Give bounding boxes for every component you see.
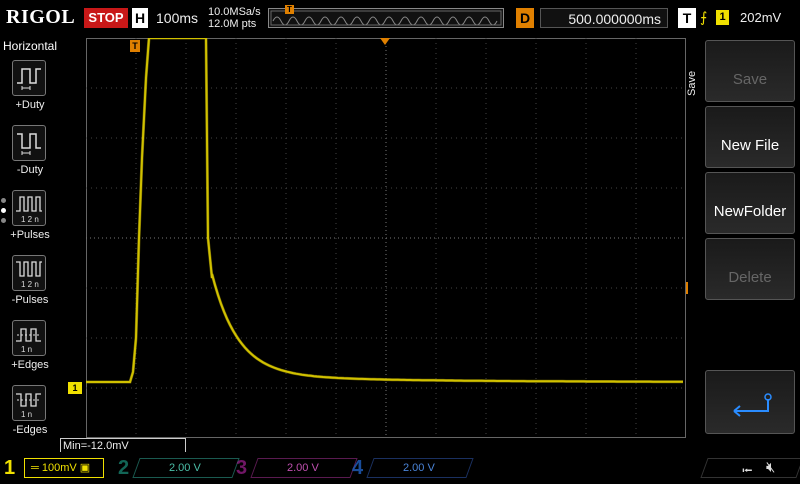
run-stop-status[interactable]: STOP [84, 8, 128, 28]
channel2-number[interactable]: 2 [118, 456, 129, 480]
channel3-settings[interactable]: 2.00 V [250, 458, 358, 478]
measurement-readout[interactable]: Min=-12.0mV [60, 438, 186, 452]
delete-button-label: Delete [728, 269, 772, 286]
new-folder-button[interactable]: NewFolder [705, 172, 795, 234]
svg-text:1 n: 1 n [21, 345, 32, 354]
timebase-value[interactable]: 100ms [156, 10, 198, 26]
trigger-label: T [678, 8, 696, 28]
channel1-settings[interactable]: ═ 100mV ▣ [24, 458, 104, 478]
trigger-level[interactable]: 202mV [740, 10, 781, 25]
measure-negative-duty[interactable]: -Duty [6, 125, 52, 183]
channel3-scale: 2.00 V [287, 462, 319, 474]
center-marker [380, 38, 390, 45]
measure-negative-pulses[interactable]: 1 2 n -Pulses [6, 255, 52, 313]
rising-edges-icon: 1 n [12, 320, 46, 356]
measure-label: -Duty [16, 164, 44, 176]
graticule [86, 38, 686, 438]
measure-label: +Edges [11, 359, 49, 371]
ch1-offset-marker[interactable]: 1 [68, 382, 82, 394]
acquisition-info: 10.0MSa/s 12.0M pts [208, 6, 261, 30]
svg-text:1 2 n: 1 2 n [21, 215, 39, 224]
bandwidth-limit-icon: ▣ [79, 462, 91, 474]
channel4-number[interactable]: 4 [352, 456, 363, 480]
sample-rate: 10.0MSa/s [208, 6, 261, 18]
trigger-edge-icon: ⨍ [700, 9, 708, 25]
save-button[interactable]: Save [705, 40, 795, 102]
measure-label: -Pulses [11, 294, 49, 306]
enter-icon [733, 393, 772, 417]
memory-depth: 12.0M pts [208, 18, 257, 30]
page-dot [1, 218, 6, 223]
page-dot [1, 198, 6, 203]
positive-pulses-icon: 1 2 n [12, 190, 46, 226]
falling-edges-icon: 1 n [12, 385, 46, 421]
channel2-scale: 2.00 V [169, 462, 201, 474]
memory-trigger-marker: T [285, 5, 294, 14]
channel2-settings[interactable]: 2.00 V [132, 458, 240, 478]
right-panel-title: Save [686, 70, 698, 96]
enter-button[interactable] [705, 370, 795, 434]
brand-logo: RIGOL [6, 6, 76, 28]
save-button-label: Save [732, 71, 768, 88]
negative-pulses-icon: 1 2 n [12, 255, 46, 291]
measure-label: +Duty [15, 99, 45, 111]
positive-duty-icon [12, 60, 46, 96]
svg-text:1 n: 1 n [21, 410, 32, 419]
channel1-trace-shadow [86, 36, 683, 384]
channel1-coupling-icon: ═ [31, 462, 39, 474]
new-folder-button-label: NewFolder [713, 203, 787, 220]
channel1-scale: 100mV [41, 462, 77, 474]
channel4-scale: 2.00 V [403, 462, 435, 474]
memory-waveform-preview [270, 10, 502, 26]
waveform-grid [86, 36, 686, 438]
svg-text:1 2 n: 1 2 n [21, 280, 39, 289]
speaker-muted-icon[interactable]: 🔇︎ [766, 459, 775, 476]
horizontal-label: H [132, 8, 148, 28]
channel1-number[interactable]: 1 [4, 456, 15, 480]
measure-positive-duty[interactable]: +Duty [6, 60, 52, 118]
memory-overview: T [268, 5, 504, 28]
waveform-display[interactable] [86, 36, 686, 438]
measure-positive-pulses[interactable]: 1 2 n +Pulses [6, 190, 52, 248]
measure-label: +Pulses [10, 229, 50, 241]
delay-label: D [516, 8, 534, 28]
measure-rising-edges[interactable]: 1 n +Edges [6, 320, 52, 378]
new-file-button[interactable]: New File [705, 106, 795, 168]
negative-duty-icon [12, 125, 46, 161]
trigger-position-marker[interactable]: T [130, 40, 140, 52]
channel4-settings[interactable]: 2.00 V [366, 458, 474, 478]
measure-falling-edges[interactable]: 1 n -Edges [6, 385, 52, 443]
left-panel-title: Horizontal [2, 39, 58, 53]
page-dot-active [1, 208, 6, 213]
usb-icon: ⭰ [742, 462, 753, 478]
channel3-number[interactable]: 3 [236, 456, 247, 480]
delay-value[interactable]: 500.000000ms [540, 8, 668, 28]
channel1-trace [86, 37, 683, 383]
delete-button[interactable]: Delete [705, 238, 795, 300]
trigger-source-badge: 1 [716, 10, 729, 25]
new-file-button-label: New File [720, 137, 780, 154]
measure-label: -Edges [12, 424, 48, 436]
